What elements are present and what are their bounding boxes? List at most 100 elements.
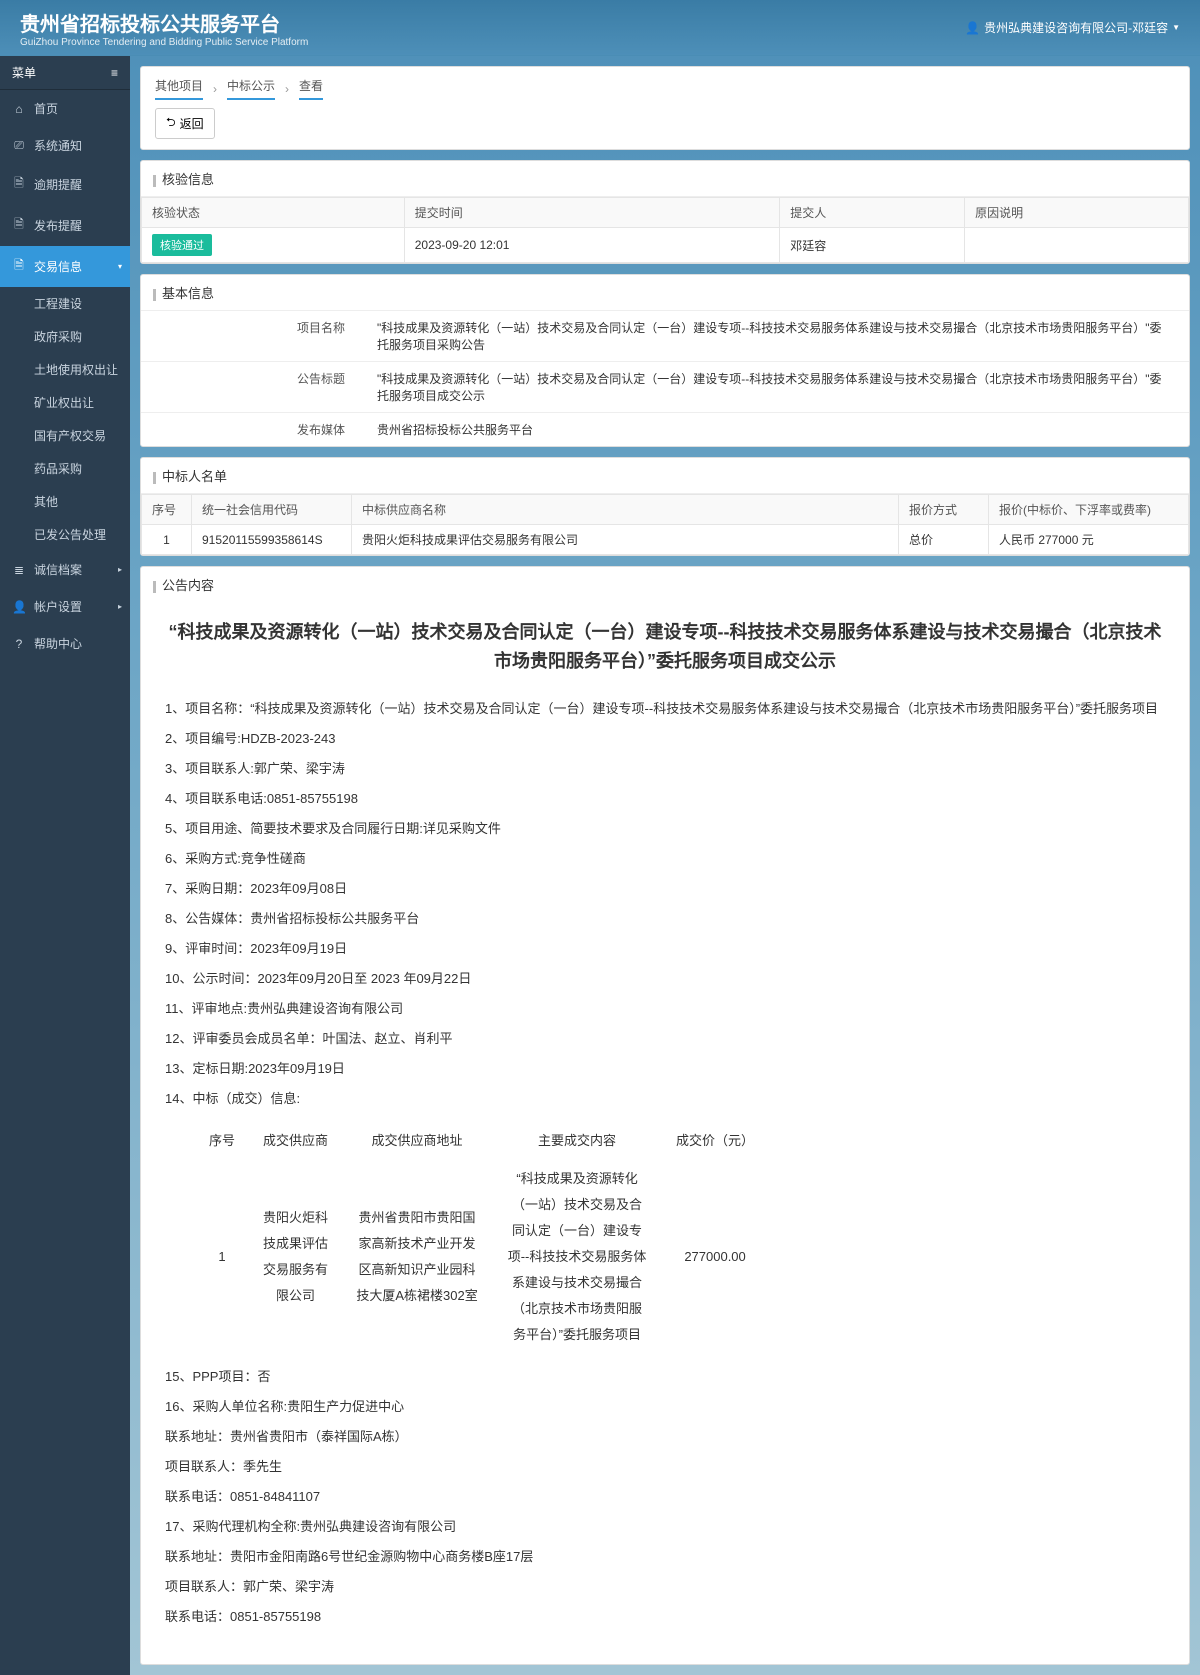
sidebar-sub-item[interactable]: 土地使用权出让: [0, 353, 130, 386]
basic-panel: 基本信息 项目名称"科技成果及资源转化（一站）技术交易及合同认定（一台）建设专项…: [140, 274, 1190, 447]
panel-title: 基本信息: [141, 275, 1189, 311]
notice-line: 1、项目名称：“科技成果及资源转化（一站）技术交易及合同认定（一台）建设专项--…: [165, 696, 1165, 722]
sidebar-sub-item[interactable]: 工程建设: [0, 287, 130, 320]
th: 序号: [142, 495, 192, 525]
cell: [965, 228, 1189, 263]
nav-icon: ?: [12, 637, 26, 651]
notice-line: 联系地址：贵阳市金阳南路6号世纪金源购物中心商务楼B座17层: [165, 1544, 1165, 1570]
app-title-en: GuiZhou Province Tendering and Bidding P…: [20, 37, 308, 48]
sidebar-header: 菜单 ≡: [0, 56, 130, 90]
sidebar-title: 菜单: [12, 64, 36, 81]
notice-line: 12、评审委员会成员名单：叶国法、赵立、肖利平: [165, 1026, 1165, 1052]
notice-panel: 公告内容 “科技成果及资源转化（一站）技术交易及合同认定（一台）建设专项--科技…: [140, 566, 1190, 1665]
main-content: 其他项目 › 中标公示 › 查看 ⮌ 返回 核验信息 核验状态 提交时间 提交人…: [130, 56, 1200, 1675]
breadcrumb-item[interactable]: 中标公示: [227, 77, 275, 100]
brand: 贵州省招标投标公共服务平台 GuiZhou Province Tendering…: [20, 8, 308, 48]
th: 核验状态: [142, 198, 405, 228]
notice-line: 联系电话：0851-85755198: [165, 1604, 1165, 1630]
nav-label: 首页: [34, 100, 58, 117]
notice-line: 联系地址：贵州省贵阳市（泰祥国际A栋）: [165, 1424, 1165, 1450]
breadcrumb-sep: ›: [213, 82, 217, 96]
sidebar-sub-item[interactable]: 其他: [0, 485, 130, 518]
sidebar-item[interactable]: 🗎交易信息▾: [0, 246, 130, 287]
table-row: 核验通过 2023-09-20 12:01 邓廷容: [142, 228, 1189, 263]
user-name: 贵州弘典建设咨询有限公司-邓廷容: [984, 19, 1168, 36]
chevron-icon: ▸: [118, 565, 122, 574]
info-row: 发布媒体贵州省招标投标公共服务平台: [141, 413, 1189, 446]
info-value: 贵州省招标投标公共服务平台: [361, 413, 1189, 446]
breadcrumb-panel: 其他项目 › 中标公示 › 查看 ⮌ 返回: [140, 66, 1190, 150]
nav-icon: 🗎: [12, 174, 26, 195]
info-label: 发布媒体: [141, 413, 361, 446]
nav-label: 系统通知: [34, 137, 82, 154]
notice-title: “科技成果及资源转化（一站）技术交易及合同认定（一台）建设专项--科技技术交易服…: [165, 618, 1165, 676]
notice-line: 5、项目用途、简要技术要求及合同履行日期:详见采购文件: [165, 816, 1165, 842]
sidebar-item[interactable]: ⌂ 首页: [0, 90, 130, 127]
sidebar-sub-item[interactable]: 矿业权出让: [0, 386, 130, 419]
nav-icon: ⎚: [12, 138, 26, 153]
notice-line: 6、采购方式:竞争性磋商: [165, 846, 1165, 872]
notice-line: 10、公示时间：2023年09月20日至 2023 年09月22日: [165, 966, 1165, 992]
sidebar: 菜单 ≡ ⌂ 首页 ⎚ 系统通知 🗎逾期提醒🗎发布提醒🗎交易信息▾工程建设政府采购土地使…: [0, 56, 130, 1675]
user-menu[interactable]: 👤 贵州弘典建设咨询有限公司-邓廷容 ▼: [965, 19, 1180, 36]
user-icon: 👤: [965, 21, 980, 35]
sidebar-item[interactable]: 🗎发布提醒: [0, 205, 130, 246]
breadcrumb-sep: ›: [285, 82, 289, 96]
nav-icon: 🗎: [12, 215, 26, 236]
deal-table: 序号 成交供应商 成交供应商地址 主要成交内容 成交价（元） 1 贵阳火炬科技成…: [195, 1122, 768, 1354]
winner-table: 序号 统一社会信用代码 中标供应商名称 报价方式 报价(中标价、下浮率或费率) …: [141, 494, 1189, 555]
notice-line: 项目联系人：季先生: [165, 1454, 1165, 1480]
breadcrumb-item: 查看: [299, 77, 323, 100]
back-button[interactable]: ⮌ 返回: [155, 108, 215, 139]
app-title-zh: 贵州省招标投标公共服务平台: [20, 8, 308, 37]
hamburger-icon[interactable]: ≡: [111, 66, 118, 80]
notice-line: 8、公告媒体：贵州省招标投标公共服务平台: [165, 906, 1165, 932]
panel-title: 公告内容: [141, 567, 1189, 602]
nav-label: 帮助中心: [34, 635, 82, 652]
notice-line: 4、项目联系电话:0851-85755198: [165, 786, 1165, 812]
notice-line: 16、采购人单位名称:贵阳生产力促进中心: [165, 1394, 1165, 1420]
winner-panel: 中标人名单 序号 统一社会信用代码 中标供应商名称 报价方式 报价(中标价、下浮…: [140, 457, 1190, 556]
info-row: 公告标题"科技成果及资源转化（一站）技术交易及合同认定（一台）建设专项--科技技…: [141, 362, 1189, 413]
nav-icon: ⌂: [12, 102, 26, 116]
notice-line: 项目联系人：郭广荣、梁宇涛: [165, 1574, 1165, 1600]
notice-line: 14、中标（成交）信息:: [165, 1086, 1165, 1112]
th: 原因说明: [965, 198, 1189, 228]
chevron-icon: ▸: [118, 602, 122, 611]
table-row: 1 91520115599358614S 贵阳火炬科技成果评估交易服务有限公司 …: [142, 525, 1189, 555]
sidebar-sub-item[interactable]: 国有产权交易: [0, 419, 130, 452]
back-arrow-icon: ⮌: [166, 113, 176, 134]
notice-line: 联系电话：0851-84841107: [165, 1484, 1165, 1510]
chevron-down-icon: ▼: [1172, 23, 1180, 32]
notice-line: 15、PPP项目：否: [165, 1364, 1165, 1390]
info-value: "科技成果及资源转化（一站）技术交易及合同认定（一台）建设专项--科技技术交易服…: [361, 362, 1189, 412]
notice-line: 2、项目编号:HDZB-2023-243: [165, 726, 1165, 752]
verify-table: 核验状态 提交时间 提交人 原因说明 核验通过 2023-09-20 12:01…: [141, 197, 1189, 263]
sidebar-sub-item[interactable]: 药品采购: [0, 452, 130, 485]
nav-icon: ≣: [12, 563, 26, 577]
info-label: 项目名称: [141, 311, 361, 361]
cell: 2023-09-20 12:01: [404, 228, 779, 263]
nav-icon: 🗎: [12, 256, 26, 277]
sidebar-item[interactable]: ≣诚信档案▸: [0, 551, 130, 588]
notice-line: 11、评审地点:贵州弘典建设咨询有限公司: [165, 996, 1165, 1022]
th: 中标供应商名称: [352, 495, 899, 525]
th: 提交人: [780, 198, 965, 228]
cell: 邓廷容: [780, 228, 965, 263]
sidebar-item[interactable]: 🗎逾期提醒: [0, 164, 130, 205]
nav-label: 帐户设置: [34, 598, 82, 615]
app-header: 贵州省招标投标公共服务平台 GuiZhou Province Tendering…: [0, 0, 1200, 56]
sidebar-item[interactable]: ⎚ 系统通知: [0, 127, 130, 164]
sidebar-sub-item[interactable]: 政府采购: [0, 320, 130, 353]
notice-body: “科技成果及资源转化（一站）技术交易及合同认定（一台）建设专项--科技技术交易服…: [141, 602, 1189, 1644]
sidebar-item[interactable]: 👤帐户设置▸: [0, 588, 130, 625]
th: 统一社会信用代码: [192, 495, 352, 525]
panel-title: 核验信息: [141, 161, 1189, 197]
notice-line: 9、评审时间：2023年09月19日: [165, 936, 1165, 962]
notice-line: 7、采购日期：2023年09月08日: [165, 876, 1165, 902]
sidebar-item[interactable]: ? 帮助中心: [0, 625, 130, 662]
breadcrumb-item[interactable]: 其他项目: [155, 77, 203, 100]
table-row: 1 贵阳火炬科技成果评估交易服务有限公司 贵州省贵阳市贵阳国家高新技术产业开发区…: [195, 1160, 768, 1354]
verify-panel: 核验信息 核验状态 提交时间 提交人 原因说明 核验通过 2023-09-20 …: [140, 160, 1190, 264]
sidebar-sub-item[interactable]: 已发公告处理: [0, 518, 130, 551]
